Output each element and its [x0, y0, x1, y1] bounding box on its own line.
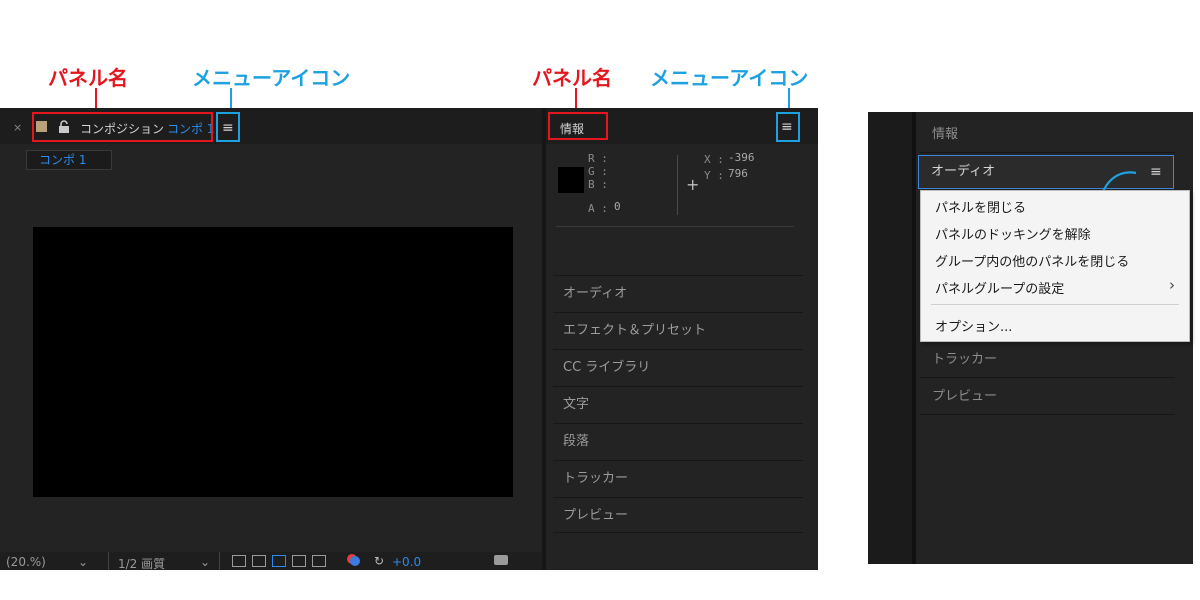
menu-item-close-panel[interactable]: パネルを閉じる — [935, 197, 1026, 216]
panel-name-highlight — [32, 112, 213, 142]
panel-item-audio[interactable]: オーディオ — [553, 275, 803, 311]
mini-info-panel[interactable]: 情報 — [920, 117, 1175, 153]
menu-item-panel-group-settings[interactable]: パネルグループの設定 — [935, 278, 1064, 297]
composition-viewer[interactable] — [33, 227, 513, 497]
mask-path-icon[interactable] — [272, 555, 286, 567]
channel-icon[interactable] — [350, 556, 360, 566]
close-panel-button[interactable]: × — [13, 121, 22, 134]
panel-context-menu: パネルを閉じる パネルのドッキングを解除 グループ内の他のパネルを閉じる パネル… — [920, 190, 1190, 342]
resolution-dropdown[interactable]: 1/2 画質 — [118, 555, 165, 572]
y-coordinate-label: Y : — [704, 169, 724, 182]
fast-preview-icon[interactable] — [232, 555, 246, 567]
annotation-panel-name-left: パネル名 — [48, 66, 128, 90]
green-channel-label: G : — [588, 165, 608, 178]
panel-item-effects-presets[interactable]: エフェクト＆プリセット — [553, 312, 803, 348]
panel-item-character[interactable]: 文字 — [553, 386, 803, 422]
alpha-channel-label: A : — [588, 202, 608, 215]
panel-item-paragraph[interactable]: 段落 — [553, 423, 803, 459]
panel-item-tracker[interactable]: トラッカー — [553, 460, 803, 496]
x-coordinate-value: -396 — [728, 151, 755, 164]
menu-icon-highlight — [216, 112, 240, 142]
transparency-grid-icon[interactable] — [252, 555, 266, 567]
menu-icon-highlight — [776, 112, 800, 142]
annotation-panel-name-right: パネル名 — [532, 66, 612, 90]
side-panel-strip — [868, 112, 916, 564]
panel-name-highlight — [548, 112, 608, 140]
composition-subtab[interactable]: コンポ 1 — [26, 150, 112, 170]
x-coordinate-label: X : — [704, 153, 724, 166]
mini-tracker-panel[interactable]: トラッカー — [920, 342, 1175, 378]
viewer-toolbar: (20.%) ⌄ 1/2 画質 ⌄ ↻ +0.0 — [0, 552, 542, 572]
blue-channel-label: B : — [588, 178, 608, 191]
annotation-menu-icon-right: メニューアイコン — [650, 66, 809, 90]
red-channel-label: R : — [588, 152, 608, 165]
crosshair-icon: + — [686, 175, 700, 194]
grid-guides-icon[interactable] — [312, 555, 326, 567]
reset-exposure-icon[interactable]: ↻ — [374, 554, 384, 568]
annotation-menu-icon-left: メニューアイコン — [192, 66, 351, 90]
panel-item-cc-libraries[interactable]: CC ライブラリ — [553, 349, 803, 385]
exposure-value[interactable]: +0.0 — [392, 555, 421, 569]
region-of-interest-icon[interactable] — [292, 555, 306, 567]
y-coordinate-value: 796 — [728, 167, 748, 180]
panel-item-preview[interactable]: プレビュー — [553, 497, 803, 533]
menu-item-undock-panel[interactable]: パネルのドッキングを解除 — [935, 224, 1091, 243]
chevron-down-icon[interactable]: ⌄ — [78, 555, 88, 569]
color-preview-swatch — [558, 167, 584, 193]
mini-preview-panel[interactable]: プレビュー — [920, 379, 1175, 415]
menu-item-close-other-panels[interactable]: グループ内の他のパネルを閉じる — [935, 251, 1129, 270]
menu-separator — [931, 304, 1179, 305]
panel-menu-icon[interactable]: ≡ — [1150, 164, 1162, 180]
chevron-down-icon[interactable]: ⌄ — [200, 555, 210, 569]
menu-item-options[interactable]: オプション... — [935, 316, 1012, 335]
camera-icon[interactable] — [494, 555, 508, 565]
alpha-channel-value: 0 — [614, 200, 621, 213]
zoom-dropdown[interactable]: (20.%) — [6, 555, 46, 569]
submenu-arrow-icon: › — [1169, 276, 1175, 294]
